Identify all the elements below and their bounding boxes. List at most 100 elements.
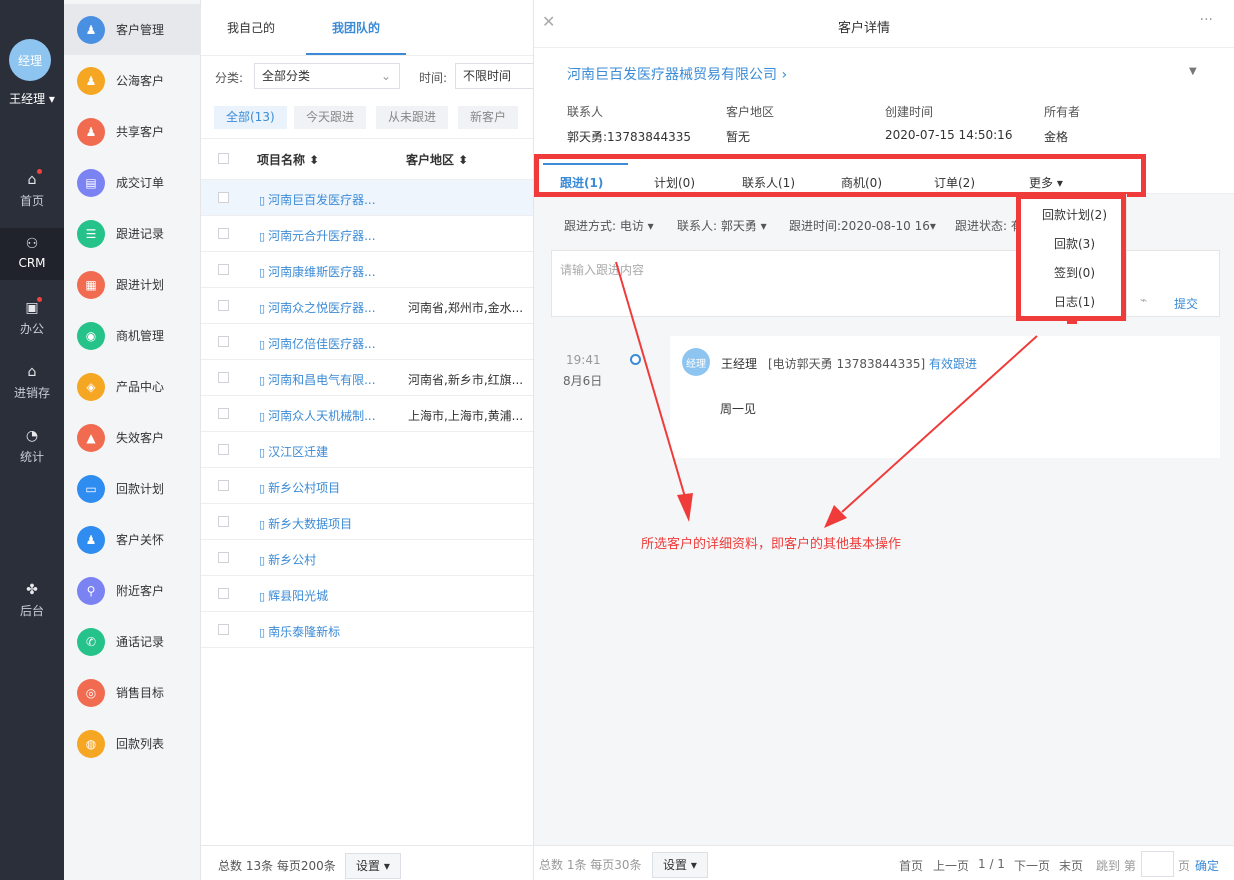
table-row[interactable]: 河南元合升医疗器... [201,216,533,252]
time-filter-label: 时间: [419,71,448,85]
pager-current: 1 / 1 [978,857,1005,871]
table-row[interactable]: 河南巨百发医疗器... [201,180,533,216]
pager-unit: 页 [1178,859,1191,873]
table-row[interactable]: 新乡大数据项目 [201,504,533,540]
row-checkbox[interactable] [218,300,229,311]
table-row[interactable]: 河南众人天机械制...上海市,上海市,黄浦... [201,396,533,432]
category-filter-select[interactable]: 全部分类 ⌄ [254,63,400,89]
menu-item-order[interactable]: ▤ 成交订单 [64,157,201,208]
menu-item-call-record[interactable]: ✆ 通话记录 [64,616,201,667]
divider [201,55,533,56]
detail-settings-button[interactable]: 设置 ▾ [652,852,708,878]
stats-icon: ◔ [25,428,39,444]
list-footer: 总数 13条 每页200条 设置 ▾ [201,845,533,880]
row-checkbox[interactable] [218,624,229,635]
row-checkbox[interactable] [218,192,229,203]
column-header-name[interactable]: 项目名称 ⬍ [257,151,319,168]
table-row[interactable]: 新乡公村项目 [201,468,533,504]
menu-item-customer-management[interactable]: ♟ 客户管理 [64,4,201,55]
payment-plan-icon: ▭ [77,474,105,503]
main-nav-rail: 经理 王经理 ▾ ⌂ 首页 ⚇ CRM ▣ 办公 ⌂ 进销存 ◔ 统计 ✤ 后台 [0,0,64,880]
chip-today-followup[interactable]: 今天跟进 [294,106,367,129]
followup-record-icon: ☰ [77,219,105,248]
notification-dot [37,169,42,174]
row-checkbox[interactable] [218,372,229,383]
crm-submenu: ♟ 客户管理 ♟ 公海客户 ♟ 共享客户 ▤ 成交订单 ☰ 跟进记录 ▦ 跟进计划 ◉ 商机管… [64,0,201,880]
row-checkbox[interactable] [218,228,229,239]
rail-item-office[interactable]: ▣ 办公 [0,297,64,340]
inventory-icon: ⌂ [27,364,37,380]
menu-item-followup-plan[interactable]: ▦ 跟进计划 [64,259,201,310]
row-checkbox[interactable] [218,444,229,455]
row-checkbox[interactable] [218,264,229,275]
table-row[interactable]: 新乡公村 [201,540,533,576]
customer-list-panel: 我自己的 我团队的 分类: 全部分类 ⌄ 时间: 不限时间 全部(13) 今天跟… [201,0,533,880]
call-record-icon: ✆ [77,627,105,656]
row-checkbox[interactable] [218,480,229,491]
table-row[interactable]: 河南众之悦医疗器...河南省,郑州市,金水... [201,288,533,324]
table-row[interactable]: 河南和昌电气有限...河南省,新乡市,红旗... [201,360,533,396]
menu-item-opportunity[interactable]: ◉ 商机管理 [64,310,201,361]
category-filter-label: 分类: [215,71,244,85]
rail-item-admin[interactable]: ✤ 后台 [0,582,64,622]
pager-last[interactable]: 末页 [1059,857,1083,874]
public-customer-icon: ♟ [77,66,105,95]
admin-icon: ✤ [26,582,38,598]
pager-confirm-button[interactable]: 确定 [1195,857,1219,874]
row-checkbox[interactable] [218,408,229,419]
annotation-caption: 所选客户的详细资料，即客户的其他基本操作 [641,537,902,552]
chevron-down-icon: ⌄ [380,69,391,83]
select-all-checkbox[interactable] [218,153,229,164]
notification-dot [37,297,42,302]
pager-prev[interactable]: 上一页 [933,857,969,874]
followup-plan-icon: ▦ [77,270,105,299]
list-total-text: 总数 13条 每页200条 [218,859,336,873]
pager-next[interactable]: 下一页 [1014,857,1050,874]
row-checkbox[interactable] [218,588,229,599]
list-settings-button[interactable]: 设置 ▾ [345,853,401,879]
row-checkbox[interactable] [218,552,229,563]
row-checkbox[interactable] [218,516,229,527]
chip-never-followup[interactable]: 从未跟进 [376,106,449,129]
pager-jump-label: 跳到 第 [1096,859,1136,873]
rail-item-crm[interactable]: ⚇ CRM [0,228,64,280]
menu-item-customer-care[interactable]: ♟ 客户关怀 [64,514,201,565]
crm-icon: ⚇ [25,236,39,252]
rail-item-inventory[interactable]: ⌂ 进销存 [0,364,64,404]
table-row[interactable]: 南乐泰隆新标 [201,612,533,648]
row-checkbox[interactable] [218,336,229,347]
customer-icon: ♟ [77,15,105,44]
column-header-region[interactable]: 客户地区 ⬍ [406,151,468,168]
table-row[interactable]: 河南亿倍佳医疗器... [201,324,533,360]
tab-mine[interactable]: 我自己的 [211,0,291,55]
menu-item-nearby-customer[interactable]: ⚲ 附近客户 [64,565,201,616]
invalid-customer-icon: ▲ [77,423,105,452]
user-avatar[interactable]: 经理 [9,39,51,81]
menu-item-public-customer[interactable]: ♟ 公海客户 [64,55,201,106]
share-customer-icon: ♟ [77,117,105,146]
annotation-arrows [615,261,1077,528]
pager-first[interactable]: 首页 [899,857,923,874]
customer-detail-panel: ✕ 客户详情 ··· 河南巨百发医疗器械贸易有限公司 › ▼ 联系人 郭天勇:1… [533,0,1234,880]
rail-item-home[interactable]: ⌂ 首页 [0,169,64,212]
time-filter-select[interactable]: 不限时间 [455,63,533,89]
table-row[interactable]: 辉县阳光城 [201,576,533,612]
table-row[interactable]: 汉江区迁建 [201,432,533,468]
menu-item-followup-record[interactable]: ☰ 跟进记录 [64,208,201,259]
rail-item-stats[interactable]: ◔ 统计 [0,428,64,468]
menu-item-payment-plan[interactable]: ▭ 回款计划 [64,463,201,514]
menu-item-payment-list[interactable]: ◍ 回款列表 [64,718,201,769]
menu-item-sales-target[interactable]: ◎ 销售目标 [64,667,201,718]
product-icon: ◈ [77,372,105,401]
pager-jump-input[interactable] [1141,851,1174,877]
tab-my-team[interactable]: 我团队的 [306,0,406,55]
table-header [201,138,533,180]
menu-item-invalid-customer[interactable]: ▲ 失效客户 [64,412,201,463]
chip-all[interactable]: 全部(13) [214,106,287,129]
table-row[interactable]: 河南康维斯医疗器... [201,252,533,288]
user-name-dropdown[interactable]: 王经理 ▾ [0,90,64,107]
chip-new-customer[interactable]: 新客户 [458,106,519,129]
sales-target-icon: ◎ [77,678,105,707]
menu-item-share-customer[interactable]: ♟ 共享客户 [64,106,201,157]
menu-item-product[interactable]: ◈ 产品中心 [64,361,201,412]
